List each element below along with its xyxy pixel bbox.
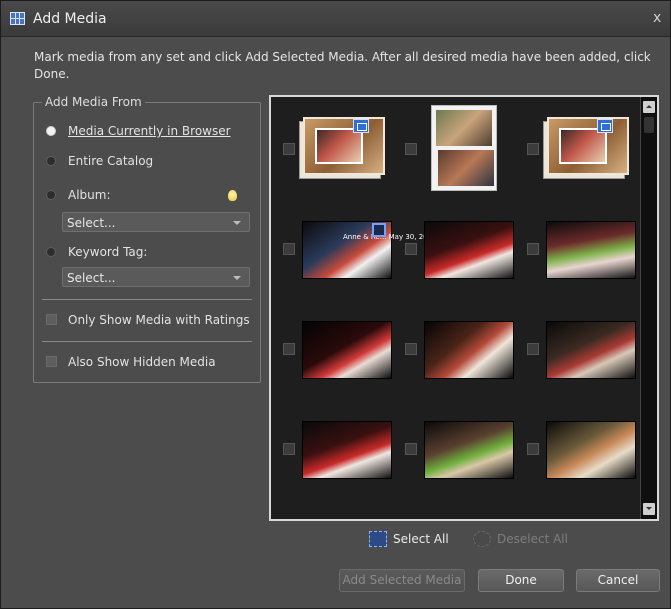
media-item[interactable] xyxy=(517,399,639,499)
media-thumbnail[interactable] xyxy=(546,421,636,479)
media-item[interactable] xyxy=(517,199,639,299)
media-checkbox[interactable] xyxy=(527,343,539,355)
divider xyxy=(42,341,252,342)
album-select[interactable]: Select... xyxy=(62,212,250,232)
radio-button[interactable] xyxy=(46,247,56,257)
media-checkbox[interactable] xyxy=(405,143,417,155)
media-checkbox[interactable] xyxy=(527,143,539,155)
media-thumbnail[interactable] xyxy=(303,117,385,175)
video-icon[interactable] xyxy=(372,223,386,237)
media-item[interactable] xyxy=(273,99,395,199)
media-item[interactable] xyxy=(395,399,517,499)
media-item[interactable] xyxy=(517,99,639,199)
media-thumbnail[interactable] xyxy=(302,321,392,379)
radio-button[interactable] xyxy=(46,126,56,136)
deselect-all-label: Deselect All xyxy=(497,532,568,546)
media-checkbox[interactable] xyxy=(283,443,295,455)
checkbox-label: Also Show Hidden Media xyxy=(68,355,216,369)
keyword-select-value: Select... xyxy=(67,271,116,285)
instructions-text: Mark media from any set and click Add Se… xyxy=(34,50,651,81)
divider xyxy=(42,299,252,300)
add-media-from-group: Add Media From Media Currently in Browse… xyxy=(33,95,261,383)
media-checkbox[interactable] xyxy=(527,443,539,455)
media-checkbox[interactable] xyxy=(527,243,539,255)
add-media-dialog: Add Media x Mark media from any set and … xyxy=(0,0,671,609)
stack-icon[interactable] xyxy=(597,119,613,133)
cancel-button[interactable]: Cancel xyxy=(576,569,660,592)
deselect-all-icon xyxy=(473,531,491,547)
radio-label: Entire Catalog xyxy=(68,154,154,168)
chevron-down-icon xyxy=(233,221,241,225)
media-item[interactable] xyxy=(517,299,639,399)
keyword-select[interactable]: Select... xyxy=(62,267,250,287)
select-all-label: Select All xyxy=(393,532,449,546)
album-select-value: Select... xyxy=(67,216,116,230)
close-icon[interactable]: x xyxy=(653,10,661,26)
media-item[interactable] xyxy=(273,299,395,399)
chevron-down-icon xyxy=(233,276,241,280)
media-checkbox[interactable] xyxy=(283,243,295,255)
group-legend: Add Media From xyxy=(42,95,145,109)
media-grid[interactable]: Anne & Re... May 30, 2009 xyxy=(269,95,659,521)
stack-icon[interactable] xyxy=(353,119,369,133)
checkbox[interactable] xyxy=(46,356,57,367)
scrollbar-thumb[interactable] xyxy=(644,117,654,133)
media-item[interactable] xyxy=(395,299,517,399)
media-item[interactable] xyxy=(273,399,395,499)
media-checkbox[interactable] xyxy=(405,443,417,455)
media-thumbnail[interactable] xyxy=(424,421,514,479)
done-button[interactable]: Done xyxy=(478,569,564,592)
radio-label: Media Currently in Browser xyxy=(68,124,231,138)
radio-label: Album: xyxy=(68,188,111,202)
checkbox[interactable] xyxy=(46,314,57,325)
media-item[interactable]: Anne & Re... May 30, 2009 xyxy=(273,199,437,299)
add-selected-media-button[interactable]: Add Selected Media xyxy=(339,569,465,592)
checkbox-label: Only Show Media with Ratings xyxy=(68,313,250,327)
radio-label: Keyword Tag: xyxy=(68,245,148,259)
media-thumbnail[interactable] xyxy=(302,421,392,479)
media-thumbnail[interactable] xyxy=(547,117,629,175)
media-thumbnail[interactable] xyxy=(424,221,514,279)
media-checkbox[interactable] xyxy=(405,243,417,255)
media-thumbnail[interactable] xyxy=(431,105,497,191)
media-checkbox[interactable] xyxy=(283,343,295,355)
media-thumbnail[interactable] xyxy=(546,321,636,379)
select-all-icon xyxy=(369,531,387,547)
media-thumbnail[interactable] xyxy=(546,221,636,279)
scrollbar[interactable] xyxy=(640,97,657,519)
collage-photo xyxy=(436,110,492,146)
media-thumbnail[interactable] xyxy=(424,321,514,379)
media-item[interactable] xyxy=(395,199,517,299)
scroll-down-button[interactable] xyxy=(643,503,655,515)
radio-button[interactable] xyxy=(46,156,56,166)
collage-photo xyxy=(438,150,494,186)
radio-button[interactable] xyxy=(46,190,56,200)
media-checkbox[interactable] xyxy=(283,143,295,155)
title-bar: Add Media x xyxy=(1,1,670,37)
dialog-title: Add Media xyxy=(33,11,107,27)
lightbulb-icon[interactable] xyxy=(228,190,237,201)
media-checkbox[interactable] xyxy=(405,343,417,355)
grid-icon xyxy=(10,12,25,25)
scroll-up-button[interactable] xyxy=(643,101,655,113)
media-item[interactable] xyxy=(395,99,517,199)
